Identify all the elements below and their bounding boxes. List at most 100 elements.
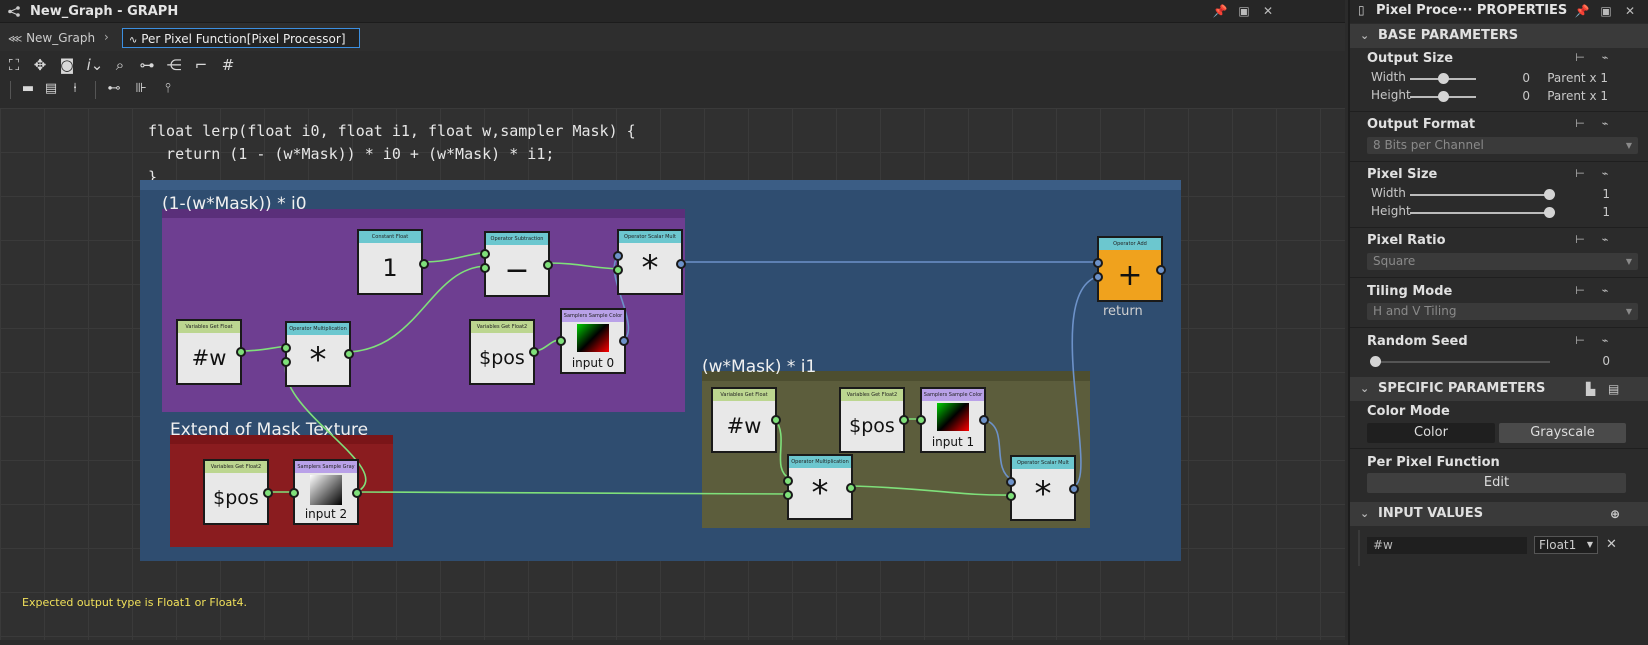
node-multiplication-2[interactable]: Operator Multiplication * — [783, 454, 856, 520]
input-pin[interactable] — [556, 336, 566, 346]
color-mode-color-button[interactable]: Color — [1367, 423, 1495, 443]
input-pin[interactable] — [613, 251, 623, 261]
frame-icon[interactable]: ▤ — [41, 79, 61, 99]
output-format-dropdown[interactable]: 8 Bits per Channel ▼ — [1367, 137, 1638, 154]
frame-all-icon[interactable]: ⛶ — [4, 55, 24, 75]
output-pin[interactable] — [236, 347, 246, 357]
align-icon[interactable]: ⊶ — [137, 55, 157, 75]
section-base-parameters[interactable]: ⌄ BASE PARAMETERS — [1350, 24, 1648, 48]
input-value-name-field[interactable]: #w — [1367, 537, 1527, 554]
output-pin[interactable] — [344, 349, 354, 359]
pixel-ratio-dropdown[interactable]: Square ▼ — [1367, 253, 1638, 270]
node-align-icon[interactable]: ⊪ — [131, 79, 151, 99]
section-input-values[interactable]: ⌄ INPUT VALUES ⊕ — [1350, 502, 1648, 526]
node-subtraction[interactable]: Operator Subtraction − — [480, 231, 553, 297]
add-icon[interactable]: ⊕ — [1610, 502, 1620, 526]
node-scalar-mult-2[interactable]: Operator Scalar Mult * — [1006, 455, 1079, 521]
input-pin[interactable] — [480, 263, 490, 273]
node-sampler-input1[interactable]: Samplers Sample Color input 1 — [916, 387, 989, 453]
node-sampler-input0[interactable]: Samplers Sample Color input 0 — [556, 308, 629, 374]
output-pin[interactable] — [352, 488, 362, 498]
output-pin[interactable] — [771, 415, 781, 425]
pin-icon[interactable]: 📌 — [1574, 3, 1590, 19]
close-icon[interactable]: ✕ — [1622, 3, 1638, 19]
maximize-icon[interactable]: ▣ — [1236, 3, 1252, 19]
output-width-slider[interactable] — [1410, 73, 1476, 84]
link-icon[interactable]: ⌁ — [1597, 166, 1613, 182]
node-distribute-icon[interactable]: ⫯ — [158, 79, 178, 99]
output-pin[interactable] — [419, 259, 429, 269]
input-pin[interactable] — [916, 415, 926, 425]
node-add-return[interactable]: Operator Add + — [1093, 236, 1166, 302]
node-get-w-1[interactable]: Variables Get Float #w — [176, 319, 246, 385]
input-pin[interactable] — [783, 476, 793, 486]
input-pin[interactable] — [480, 249, 490, 259]
inheritance-icon[interactable]: ⊢ — [1572, 116, 1588, 132]
maximize-icon[interactable]: ▣ — [1598, 3, 1614, 19]
output-pin[interactable] — [979, 415, 989, 425]
link-icon[interactable]: ⌁ — [1597, 50, 1613, 66]
inheritance-icon[interactable]: ⊢ — [1572, 333, 1588, 349]
search-icon[interactable]: ⌕ — [110, 55, 130, 75]
pixel-height-slider[interactable] — [1410, 207, 1555, 218]
node-get-pos-3[interactable]: Variables Get Float2 $pos — [839, 387, 909, 453]
load-preset-icon[interactable]: ▤ — [1608, 377, 1619, 401]
link-icon[interactable]: ⌁ — [1597, 232, 1613, 248]
graph-canvas[interactable]: float lerp(float i0, float i1, float w,s… — [0, 108, 1345, 640]
pixel-width-slider[interactable] — [1410, 189, 1555, 200]
breadcrumb-item-function[interactable]: ∿ Per Pixel Function[Pixel Processor] — [122, 28, 360, 48]
output-pin[interactable] — [846, 483, 856, 493]
link-icon[interactable]: ⌁ — [1597, 333, 1613, 349]
output-pin[interactable] — [543, 260, 553, 270]
frame-selected-icon[interactable]: ✥ — [30, 55, 50, 75]
comment-icon[interactable]: ▬ — [18, 79, 38, 99]
inheritance-icon[interactable]: ⊢ — [1572, 166, 1588, 182]
link-icon[interactable]: ⌁ — [1597, 116, 1613, 132]
input-pin[interactable] — [783, 490, 793, 500]
node-get-pos-2[interactable]: Variables Get Float2 $pos — [203, 459, 273, 525]
node-constant-float[interactable]: Constant Float 1 — [357, 229, 429, 295]
link-icon[interactable]: ⌁ — [1597, 283, 1613, 299]
input-pin[interactable] — [1006, 491, 1016, 501]
input-pin[interactable] — [281, 357, 291, 367]
inheritance-icon[interactable]: ⊢ — [1572, 283, 1588, 299]
tiling-mode-dropdown[interactable]: H and V Tiling ▼ — [1367, 303, 1638, 320]
edit-function-button[interactable]: Edit — [1367, 473, 1626, 493]
node-scalar-mult-1[interactable]: Operator Scalar Mult * — [613, 229, 686, 295]
output-pin[interactable] — [619, 336, 629, 346]
pin-icon[interactable]: 📌 — [1212, 3, 1228, 19]
section-specific-parameters[interactable]: ⌄ SPECIFIC PARAMETERS ▙ ▤ — [1350, 377, 1648, 401]
input-pin[interactable] — [1093, 272, 1103, 282]
save-preset-icon[interactable]: ▙ — [1586, 377, 1595, 401]
link-style-icon[interactable]: ⌐ — [191, 55, 211, 75]
node-get-w-2[interactable]: Variables Get Float #w — [711, 387, 781, 453]
input-pin[interactable] — [281, 343, 291, 353]
camera-icon[interactable]: ◙ — [57, 55, 77, 75]
input-pin[interactable] — [1093, 258, 1103, 268]
output-pin[interactable] — [899, 415, 909, 425]
grid-snap-icon[interactable]: # — [218, 55, 238, 75]
output-pin[interactable] — [529, 347, 539, 357]
inheritance-icon[interactable]: ⊢ — [1572, 232, 1588, 248]
input-pin[interactable] — [1006, 477, 1016, 487]
color-mode-grayscale-button[interactable]: Grayscale — [1499, 423, 1626, 443]
output-pin[interactable] — [1069, 484, 1079, 494]
layout-tree-icon[interactable]: ⋲ — [164, 55, 184, 75]
dot-node-icon[interactable]: ⊷ — [104, 79, 124, 99]
node-multiplication-1[interactable]: Operator Multiplication * — [281, 321, 354, 387]
breadcrumb-item-graph[interactable]: ⋘ New_Graph — [2, 28, 101, 48]
output-pin[interactable] — [1156, 265, 1166, 275]
node-sampler-input2[interactable]: Samplers Sample Gray input 2 — [289, 459, 362, 525]
node-get-pos-1[interactable]: Variables Get Float2 $pos — [469, 319, 539, 385]
random-seed-slider[interactable] — [1370, 356, 1550, 367]
output-pin[interactable] — [263, 488, 273, 498]
input-pin[interactable] — [613, 265, 623, 275]
input-pin[interactable] — [289, 488, 299, 498]
output-pin[interactable] — [676, 259, 686, 269]
pin-node-icon[interactable]: ⍿ — [65, 79, 85, 99]
info-icon[interactable]: i⌄ — [85, 55, 105, 75]
remove-icon[interactable]: ✕ — [1606, 537, 1617, 552]
output-height-slider[interactable] — [1410, 91, 1476, 102]
inheritance-icon[interactable]: ⊢ — [1572, 50, 1588, 66]
input-value-type-dropdown[interactable]: Float1 ▼ — [1534, 536, 1598, 554]
